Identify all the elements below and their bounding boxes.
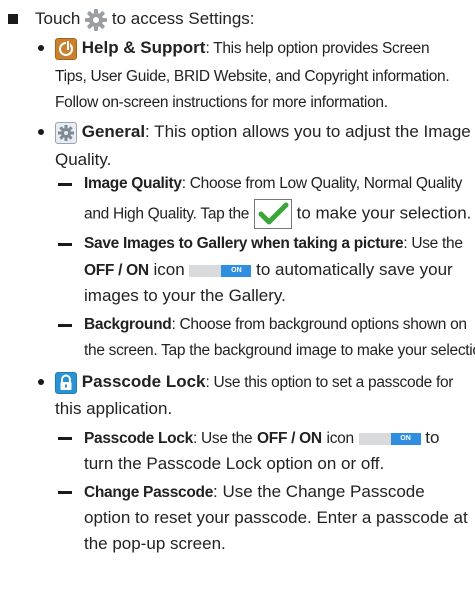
- help-line-3: Follow on-screen instructions for more i…: [55, 94, 388, 111]
- general-gear-icon: [55, 121, 77, 144]
- passcode-text-1: : Use this option to set a passcode for: [205, 374, 454, 391]
- intro-before: Touch: [35, 9, 81, 28]
- change-passcode-line-2: option to reset your passcode. Enter a p…: [84, 508, 468, 527]
- background-text-1: : Choose from background options shown o…: [171, 316, 467, 333]
- lock-item-text-1b: icon: [326, 430, 355, 447]
- dash-bullet: [58, 183, 72, 186]
- change-passcode-line-1: Change Passcode: Use the Change Passcode: [84, 481, 425, 504]
- toggle-label: OFF / ON: [257, 430, 322, 447]
- general-title: General: [81, 122, 146, 141]
- image-quality-line-1: Image Quality: Choose from Low Quality, …: [84, 173, 462, 195]
- image-quality-line-2: and High Quality. Tap the to make your s…: [84, 199, 471, 229]
- lock-item-text-1a: : Use the: [192, 430, 253, 447]
- square-bullet: [8, 14, 18, 24]
- dot-bullet: [38, 129, 44, 135]
- dot-bullet: [38, 45, 44, 51]
- image-quality-text-2a: and High Quality. Tap the: [84, 205, 250, 223]
- background-title: Background: [84, 316, 172, 333]
- help-title: Help & Support: [81, 38, 206, 57]
- background-line-2: the screen. Tap the background image to …: [84, 342, 475, 359]
- image-quality-text-1: : Choose from Low Quality, Normal Qualit…: [181, 175, 463, 192]
- background-line-1: Background: Choose from background optio…: [84, 314, 467, 336]
- passcode-title: Passcode Lock: [81, 372, 206, 391]
- settings-instructions: Touch to access Settings: Help & Support…: [0, 0, 475, 605]
- dash-bullet: [58, 491, 72, 494]
- gear-icon: [85, 8, 108, 31]
- intro-after: to access Settings:: [111, 9, 255, 28]
- dash-bullet: [58, 324, 72, 327]
- power-help-icon: [55, 37, 77, 60]
- help-line-2: Tips, User Guide, BRID Website, and Copy…: [55, 68, 450, 85]
- change-passcode-text-1: : Use the Change Passcode: [213, 482, 425, 501]
- save-images-line-3: images to your the Gallery.: [84, 286, 286, 305]
- save-images-line-1: Save Images to Gallery when taking a pic…: [84, 233, 463, 255]
- general-line-2: Quality.: [55, 150, 112, 169]
- dash-bullet: [58, 243, 72, 246]
- general-line-1: General: This option allows you to adjus…: [55, 121, 471, 144]
- lock-icon: [55, 371, 77, 394]
- lock-item-line-2: turn the Passcode Lock option on or off.: [84, 454, 385, 473]
- dot-bullet: [38, 379, 44, 385]
- lock-item-text-1c: to: [425, 428, 440, 447]
- save-images-text-2: icon: [153, 260, 185, 279]
- lock-item-title: Passcode Lock: [84, 430, 193, 447]
- toggle-switch-icon: ON: [189, 264, 252, 277]
- save-images-text-1: : Use the: [403, 235, 463, 252]
- toggle-on-text: ON: [390, 432, 421, 445]
- lock-item-line-1: Passcode Lock: Use the OFF / ON icon ON …: [84, 427, 439, 450]
- general-text-1: : This option allows you to adjust the I…: [145, 122, 471, 141]
- intro-line: Touch to access Settings:: [35, 8, 255, 31]
- passcode-line-1: Passcode Lock: Use this option to set a …: [55, 371, 453, 394]
- save-images-line-2: OFF / ON icon ON to automatically save y…: [84, 259, 453, 282]
- image-quality-title: Image Quality: [84, 175, 182, 192]
- save-images-title: Save Images to Gallery when taking a pic…: [84, 235, 404, 252]
- help-text-1: : This help option provides Screen: [205, 40, 430, 57]
- dash-bullet: [58, 437, 72, 440]
- passcode-line-2: this application.: [55, 399, 173, 418]
- change-passcode-line-3: the pop-up screen.: [84, 534, 226, 553]
- help-line-1: Help & Support: This help option provide…: [55, 37, 430, 60]
- change-passcode-title: Change Passcode: [84, 484, 214, 501]
- toggle-on-text: ON: [221, 264, 252, 277]
- checkmark-icon: [253, 199, 292, 229]
- save-images-text-2b: to automatically save your: [256, 260, 453, 279]
- toggle-label: OFF / ON: [84, 262, 149, 279]
- toggle-switch-icon: ON: [358, 432, 421, 445]
- image-quality-text-2b: to make your selection.: [296, 203, 472, 223]
